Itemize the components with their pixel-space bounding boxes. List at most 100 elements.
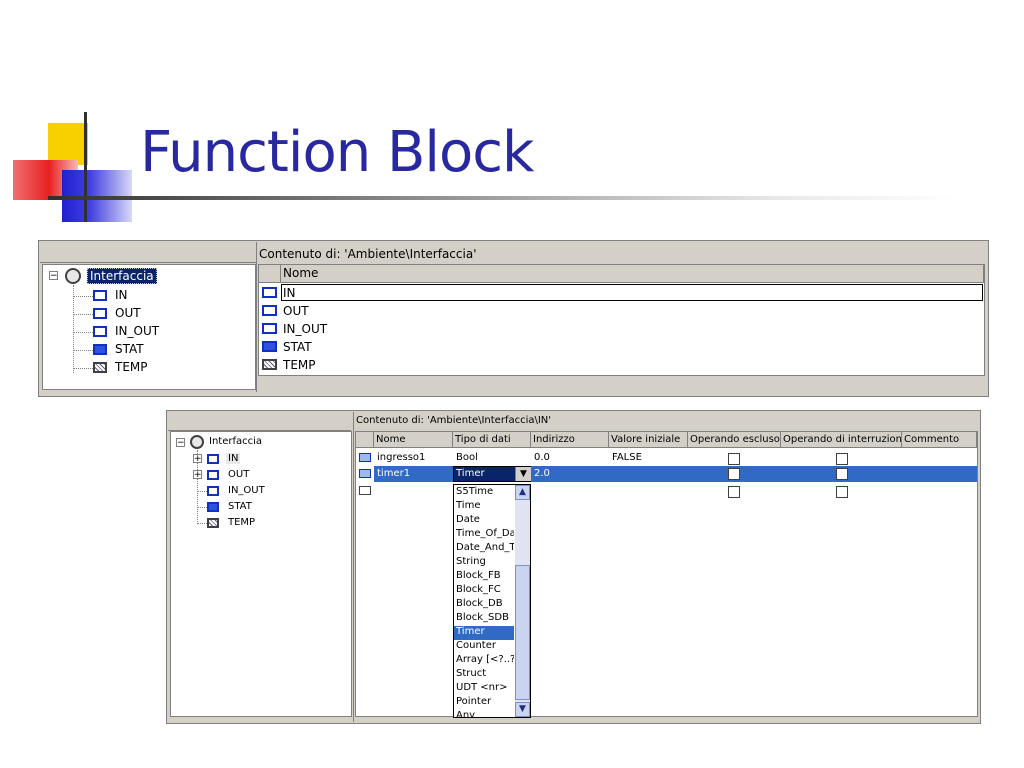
scroll-thumb[interactable]: [515, 565, 530, 700]
content-header: Contenuto di: 'Ambiente\Interfaccia\IN': [356, 415, 552, 426]
dropdown-option-selected[interactable]: Timer: [456, 626, 485, 637]
cell-name[interactable]: timer1: [377, 468, 410, 479]
table-row[interactable]: IN: [259, 284, 979, 302]
dropdown-option[interactable]: Date: [456, 514, 480, 525]
column-header-name[interactable]: Nome: [281, 265, 984, 283]
cell-name[interactable]: ingresso1: [377, 452, 425, 463]
tree-item-label: IN: [115, 288, 128, 302]
dropdown-options: S5Time Time Date Time_Of_Da Date_And_T S…: [454, 485, 514, 718]
tree-pane: − Interfaccia + IN + OUT IN_OUT STAT TEM…: [170, 431, 352, 717]
cell-address: 2.0: [534, 468, 550, 479]
dropdown-arrow-icon[interactable]: ▼: [515, 467, 531, 481]
temp-param-icon: [93, 362, 107, 373]
tree-collapse-icon[interactable]: −: [176, 438, 185, 448]
column-header-name[interactable]: Nome: [374, 432, 453, 448]
dropdown-option[interactable]: Array [<?..?:: [456, 654, 514, 665]
out-param-icon: [93, 308, 107, 319]
column-header-comment[interactable]: Commento: [902, 432, 977, 448]
tree-header: [168, 412, 351, 431]
in-out-param-icon: [207, 486, 219, 496]
tree-item-stat[interactable]: STAT: [73, 341, 223, 359]
tree-item-in[interactable]: + IN: [193, 451, 333, 467]
table-row[interactable]: STAT: [259, 338, 979, 356]
dropdown-option[interactable]: Time: [456, 500, 480, 511]
dropdown-option[interactable]: Struct: [456, 668, 486, 679]
in-param-icon: [93, 290, 107, 301]
tree-item-label: OUT: [228, 469, 250, 480]
cell-initial-value[interactable]: FALSE: [612, 452, 642, 463]
table-row-empty[interactable]: [356, 483, 977, 499]
cell-type[interactable]: Bool: [456, 452, 478, 463]
row-header-corner: [356, 432, 374, 448]
dropdown-option[interactable]: Pointer: [456, 696, 491, 707]
dropdown-option[interactable]: Block_FB: [456, 570, 501, 581]
tree-item-stat[interactable]: STAT: [193, 499, 333, 515]
out-param-icon: [262, 305, 277, 316]
tree-item-label: TEMP: [115, 360, 148, 374]
dropdown-option[interactable]: Date_And_T: [456, 542, 514, 553]
dropdown-option[interactable]: Time_Of_Da: [456, 528, 514, 539]
row-label: STAT: [283, 340, 312, 354]
dropdown-option[interactable]: S5Time: [456, 486, 493, 497]
scroll-down-icon[interactable]: ▼: [515, 702, 530, 717]
table-row[interactable]: ingresso1 Bool 0.0 FALSE: [356, 450, 977, 466]
content-pane: Nome Tipo di dati Indirizzo Valore inizi…: [355, 431, 978, 718]
expand-icon[interactable]: +: [193, 454, 202, 464]
dropdown-option[interactable]: Block_SDB: [456, 612, 509, 623]
dropdown-option[interactable]: Block_FC: [456, 584, 501, 595]
interface-folder-icon: [190, 435, 204, 449]
table-row[interactable]: IN_OUT: [259, 320, 979, 338]
table-row[interactable]: TEMP: [259, 356, 979, 374]
stat-param-icon: [93, 344, 107, 355]
interface-window-2: − Interfaccia + IN + OUT IN_OUT STAT TEM…: [166, 410, 981, 724]
variable-icon: [359, 453, 371, 462]
tree-item-label: OUT: [115, 306, 141, 320]
tree-item-out[interactable]: + OUT: [193, 467, 333, 483]
dropdown-option[interactable]: UDT <nr>: [456, 682, 508, 693]
tree-item-label: IN_OUT: [228, 485, 265, 496]
dropdown-option[interactable]: Any: [456, 710, 475, 718]
tree-item-out[interactable]: OUT: [73, 305, 223, 323]
scroll-up-icon[interactable]: ▲: [515, 485, 530, 500]
excluded-checkbox[interactable]: [728, 486, 740, 498]
content-header: Contenuto di: 'Ambiente\Interfaccia': [259, 247, 477, 261]
dropdown-option[interactable]: Block_DB: [456, 598, 503, 609]
data-type-dropdown-list[interactable]: S5Time Time Date Time_Of_Da Date_And_T S…: [453, 484, 531, 718]
table-row[interactable]: OUT: [259, 302, 979, 320]
tree-item-temp[interactable]: TEMP: [193, 515, 333, 531]
interface-folder-icon: [65, 268, 81, 284]
new-variable-icon: [359, 486, 371, 495]
column-header-excluded[interactable]: Operando escluso: [688, 432, 781, 448]
interrupt-checkbox[interactable]: [836, 486, 848, 498]
tree-collapse-icon[interactable]: −: [49, 271, 58, 281]
table-row-selected[interactable]: timer1 Timer ▼ 2.0: [356, 466, 977, 482]
row-label: IN_OUT: [283, 322, 328, 336]
interrupt-checkbox[interactable]: [836, 468, 848, 480]
column-header-type[interactable]: Tipo di dati: [453, 432, 531, 448]
tree-item-in-out[interactable]: IN_OUT: [193, 483, 333, 499]
excluded-checkbox[interactable]: [728, 453, 740, 465]
temp-param-icon: [207, 518, 219, 528]
tree-root-label[interactable]: Interfaccia: [209, 436, 262, 447]
tree-header: [40, 242, 256, 263]
dropdown-option[interactable]: Counter: [456, 640, 496, 651]
column-header-initial-value[interactable]: Valore iniziale: [609, 432, 688, 448]
excluded-checkbox[interactable]: [728, 468, 740, 480]
column-header-address[interactable]: Indirizzo: [531, 432, 609, 448]
tree-item-in-out[interactable]: IN_OUT: [73, 323, 223, 341]
variable-icon: [359, 469, 371, 478]
decor-yellow-square: [48, 123, 88, 165]
tree-item-in[interactable]: IN: [73, 287, 223, 305]
tree-root-label[interactable]: Interfaccia: [87, 268, 157, 284]
type-combobox[interactable]: Timer ▼: [453, 466, 531, 482]
expand-icon[interactable]: +: [193, 470, 202, 480]
cell-address: 0.0: [534, 452, 550, 463]
dropdown-option[interactable]: String: [456, 556, 486, 567]
dropdown-scrollbar[interactable]: ▲ ▼: [515, 485, 530, 717]
temp-param-icon: [262, 359, 277, 370]
in-out-param-icon: [93, 326, 107, 337]
tree-item-temp[interactable]: TEMP: [73, 359, 223, 377]
interrupt-checkbox[interactable]: [836, 453, 848, 465]
row-header-corner: [259, 265, 281, 283]
column-header-interrupt[interactable]: Operando di interruzione: [781, 432, 902, 448]
